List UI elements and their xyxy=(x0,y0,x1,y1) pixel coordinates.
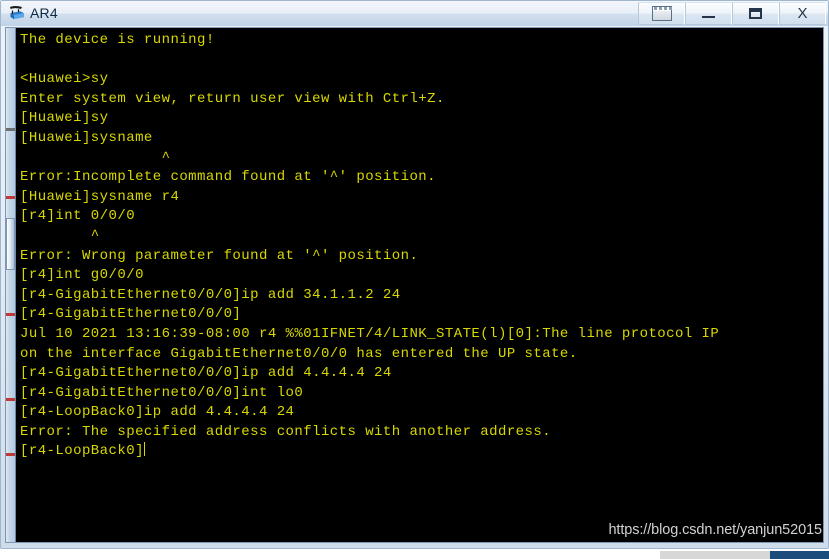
minimize-icon xyxy=(702,16,715,18)
text-cursor xyxy=(143,442,145,457)
background-strip-middle xyxy=(660,551,770,559)
maximize-button[interactable] xyxy=(732,2,779,25)
scrollbar-thumb[interactable] xyxy=(6,218,15,270)
terminal-line: on the interface GigabitEthernet0/0/0 ha… xyxy=(20,345,578,362)
window-titlebar[interactable]: AR4 X xyxy=(1,1,828,26)
terminal-line: [r4-GigabitEthernet0/0/0] xyxy=(20,306,242,323)
watermark-text: https://blog.csdn.net/yanjun52015 xyxy=(608,522,822,538)
router-icon xyxy=(7,4,27,24)
terminal-line: [Huawei]sysname xyxy=(20,129,153,146)
maximize-icon xyxy=(749,8,762,19)
minimize-button[interactable] xyxy=(685,2,732,25)
terminal-line: ^ xyxy=(20,149,171,166)
terminal-screen[interactable]: The device is running! <Huawei>sy Enter s… xyxy=(16,28,823,542)
terminal-line: ^ xyxy=(20,227,100,244)
terminal-line: Jul 10 2021 13:16:39-08:00 r4 %%01IFNET/… xyxy=(20,325,720,342)
terminal-line: [r4-GigabitEthernet0/0/0]ip add 4.4.4.4 … xyxy=(20,365,392,382)
cascade-windows-icon xyxy=(651,6,672,21)
window-controls: X xyxy=(638,2,826,25)
scrollbar-mark xyxy=(6,313,15,316)
window-title: AR4 xyxy=(30,5,58,21)
terminal-line: [r4]int g0/0/0 xyxy=(20,267,144,284)
terminal-area: The device is running! <Huawei>sy Enter s… xyxy=(5,27,824,543)
terminal-line: Error: The specified address conflicts w… xyxy=(20,423,552,440)
terminal-line: [r4-LoopBack0]ip add 4.4.4.4 24 xyxy=(20,404,295,421)
close-icon: X xyxy=(797,5,808,22)
terminal-line: The device is running! xyxy=(20,32,215,48)
scrollbar-mark xyxy=(6,453,15,456)
terminal-line: [Huawei]sy xyxy=(20,110,109,127)
terminal-line: [r4]int 0/0/0 xyxy=(20,208,136,225)
terminal-scrollbar[interactable] xyxy=(6,28,16,542)
terminal-line: [r4-GigabitEthernet0/0/0]ip add 34.1.1.2… xyxy=(20,286,401,303)
background-strip-right xyxy=(770,551,829,559)
scrollbar-mark xyxy=(6,196,15,199)
close-button[interactable]: X xyxy=(779,2,826,25)
scrollbar-mark xyxy=(6,398,15,401)
terminal-window: AR4 X The device is running! <Huawei>sy E… xyxy=(0,0,829,549)
scrollbar-mark xyxy=(6,128,15,131)
terminal-console-text: The device is running! <Huawei>sy Enter s… xyxy=(20,31,823,462)
terminal-line: [Huawei]sysname r4 xyxy=(20,188,180,205)
terminal-line: [r4-LoopBack0] xyxy=(20,442,145,460)
terminal-line: Enter system view, return user view with… xyxy=(20,90,445,107)
terminal-line: Error:Incomplete command found at '^' po… xyxy=(20,169,437,186)
terminal-line: Error: Wrong parameter found at '^' posi… xyxy=(20,247,419,264)
terminal-line: <Huawei>sy xyxy=(20,71,109,88)
cascade-windows-button[interactable] xyxy=(638,2,685,25)
terminal-line: [r4-GigabitEthernet0/0/0]int lo0 xyxy=(20,384,304,401)
background-strip-left xyxy=(0,551,660,559)
